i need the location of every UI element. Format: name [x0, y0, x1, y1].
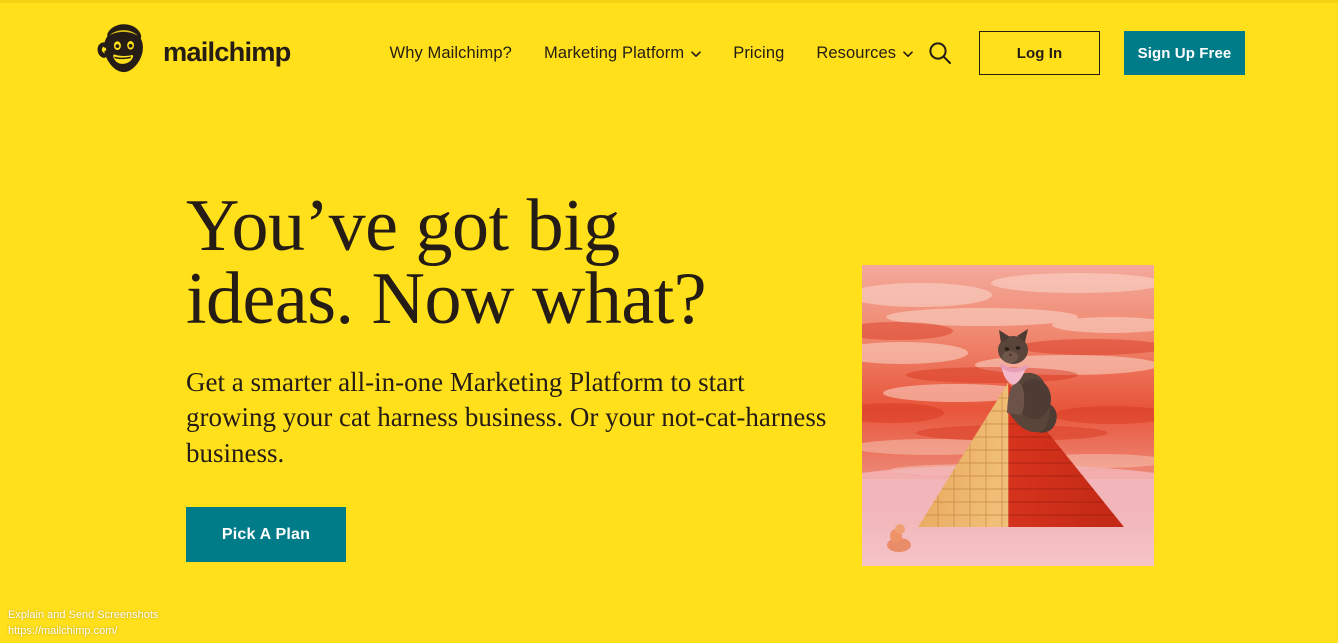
brand-wordmark: mailchimp: [163, 38, 368, 68]
nav-item-label: Marketing Platform: [543, 43, 685, 62]
search-button[interactable]: [925, 38, 955, 68]
nav-item-why-mailchimp[interactable]: Why Mailchimp?: [390, 45, 512, 62]
hero-subtitle: Get a smarter all-in-one Marketing Platf…: [186, 366, 827, 468]
login-button[interactable]: Log In: [979, 31, 1100, 75]
brand-logo-link[interactable]: mailchimp: [93, 22, 368, 84]
site-header: mailchimp Why Mailchimp? Marketing Platf…: [0, 0, 1338, 150]
hero-section: You’ve got big ideas. Now what? Get a sm…: [0, 150, 1338, 610]
nav-item-pricing[interactable]: Pricing: [733, 45, 784, 62]
header-actions: Log In Sign Up Free: [925, 31, 1245, 75]
nav-item-label: Pricing: [733, 43, 785, 62]
hero-title: You’ve got big ideas. Now what?: [186, 189, 846, 341]
nav-item-marketing-platform[interactable]: Marketing Platform: [543, 43, 702, 62]
main-nav: Why Mailchimp? Marketing Platform Pricin…: [390, 45, 914, 62]
nav-item-label: Why Mailchimp?: [389, 43, 512, 62]
hero-copy: You’ve got big ideas. Now what? Get a sm…: [186, 150, 846, 563]
hero-image-cat-on-pyramid: [862, 265, 1154, 566]
signup-free-button[interactable]: Sign Up Free: [1124, 31, 1245, 75]
nav-item-resources[interactable]: Resources: [816, 45, 913, 62]
hero-title-line-2: ideas. Now what?: [186, 258, 707, 341]
nav-item-label: Resources: [816, 43, 897, 62]
pick-a-plan-button[interactable]: Pick A Plan: [186, 507, 346, 563]
status-url: https://mailchimp.com/: [8, 625, 118, 638]
chevron-down-icon: [691, 49, 702, 58]
brand-wordmark-text: mailchimp: [163, 38, 291, 67]
search-icon: [927, 40, 953, 66]
screenshot-tool-status-overlay: Explain and Send Screenshots https://mai…: [8, 608, 158, 640]
freddie-monkey-logo-icon: [93, 22, 153, 84]
chevron-down-icon: [903, 49, 913, 58]
hero-title-line-1: You’ve got big: [186, 185, 620, 267]
status-tool-label: Explain and Send Screenshots: [8, 609, 159, 622]
